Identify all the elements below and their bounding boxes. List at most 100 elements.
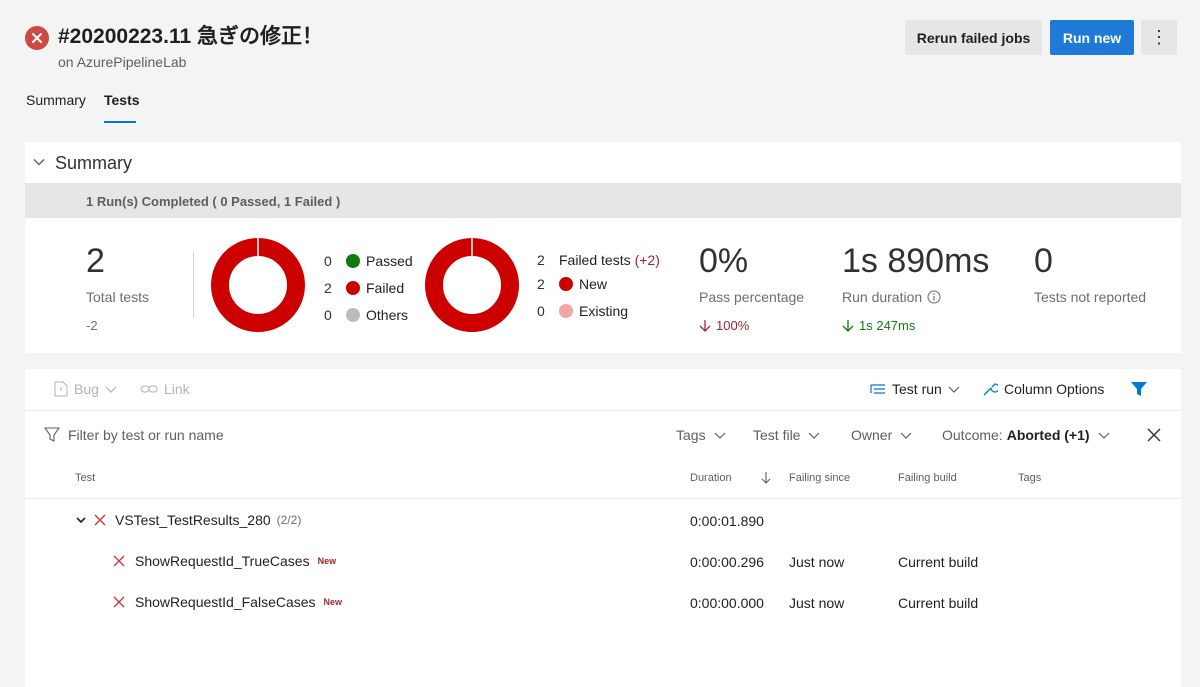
legend-passed: 0 Passed (324, 253, 413, 269)
tab-tests[interactable]: Tests (104, 92, 140, 108)
new-badge: New (317, 556, 337, 566)
legend-new-count: 2 (537, 276, 545, 292)
chevron-down-icon (900, 432, 912, 439)
bug-button-label: Bug (74, 381, 99, 397)
test-group-row[interactable]: VSTest_TestResults_280 (2/2) (76, 512, 301, 528)
chevron-down-icon (33, 155, 45, 173)
total-tests-delta: -2 (86, 318, 98, 333)
rerun-failed-jobs-button[interactable]: Rerun failed jobs (905, 20, 1042, 55)
tab-summary[interactable]: Summary (26, 92, 86, 108)
summary-section-title: Summary (55, 153, 133, 173)
failed-tests-delta: (+2) (634, 252, 660, 268)
test-row[interactable]: ShowRequestId_FalseCases New (113, 594, 342, 610)
test-run-label: Test run (892, 381, 942, 397)
test-failing-build: Current build (898, 554, 979, 570)
test-file-filter-dropdown[interactable]: Test file (753, 427, 820, 443)
clear-filters-button[interactable] (1146, 427, 1162, 448)
summary-collapse-toggle[interactable]: Summary (33, 153, 132, 174)
legend-others: 0 Others (324, 307, 408, 323)
arrow-down-icon (842, 319, 854, 332)
test-name: ShowRequestId_TrueCases (135, 553, 310, 569)
wrench-icon (983, 383, 998, 396)
legend-new: 2 New (537, 276, 607, 292)
legend-passed-dot (346, 254, 360, 268)
test-duration: 0:00:00.000 (690, 595, 764, 611)
run-failed-status-icon (25, 26, 49, 50)
legend-others-count: 0 (324, 307, 332, 323)
test-duration: 0:00:00.296 (690, 554, 764, 570)
test-group-duration: 0:00:01.890 (690, 513, 764, 529)
pass-percentage-delta: 100% (699, 318, 749, 333)
sort-descending-icon[interactable] (761, 471, 771, 490)
owner-filter-dropdown[interactable]: Owner (851, 427, 912, 443)
column-header-tags[interactable]: Tags (1018, 472, 1041, 484)
total-tests-count: 2 (86, 242, 105, 280)
chevron-down-icon[interactable] (76, 515, 86, 525)
test-run-dropdown[interactable]: Test run (870, 381, 960, 397)
legend-existing-label: Existing (579, 303, 629, 319)
filter-search-input[interactable]: Filter by test or run name (68, 427, 224, 443)
legend-existing-dot (559, 304, 573, 318)
link-button[interactable]: Link (140, 381, 190, 397)
column-header-test[interactable]: Test (75, 472, 95, 484)
chevron-down-icon (948, 386, 960, 393)
test-results-card (25, 369, 1181, 687)
donut-failed-ring (211, 238, 305, 332)
test-file-filter-label: Test file (753, 427, 801, 443)
summary-card (25, 142, 1181, 353)
legend-passed-count: 0 (324, 253, 332, 269)
run-new-button[interactable]: Run new (1050, 20, 1134, 55)
donut-new-ring (425, 238, 519, 332)
failed-tests-donut-chart (425, 238, 519, 332)
arrow-down-icon (699, 319, 711, 332)
chevron-down-icon (714, 432, 726, 439)
tests-not-reported-value: 0 (1034, 242, 1053, 280)
run-duration-delta-value: 1s 247ms (859, 318, 916, 333)
more-actions-button[interactable]: ⋮ (1141, 20, 1177, 55)
run-duration-value: 1s 890ms (842, 242, 990, 280)
selected-tab-indicator (104, 121, 136, 123)
column-header-failing-build[interactable]: Failing build (898, 472, 957, 484)
column-header-duration[interactable]: Duration (690, 472, 732, 484)
tags-filter-dropdown[interactable]: Tags (676, 427, 726, 443)
column-options-button[interactable]: Column Options (982, 381, 1104, 397)
test-group-name: VSTest_TestResults_280 (115, 512, 271, 528)
column-options-label: Column Options (1004, 381, 1105, 397)
bug-file-icon (54, 381, 68, 397)
filter-toggle-button[interactable] (1130, 381, 1148, 397)
chevron-down-icon (105, 386, 117, 393)
tests-not-reported-label: Tests not reported (1034, 289, 1147, 305)
bug-button[interactable]: Bug (54, 381, 117, 397)
total-tests-label: Total tests (86, 289, 150, 305)
test-row[interactable]: ShowRequestId_TrueCases New (113, 553, 336, 569)
run-title: #20200223.11 急ぎの修正！ (58, 25, 323, 48)
table-header-divider (25, 498, 1181, 499)
pass-percentage-value: 0% (699, 242, 749, 280)
filter-search[interactable]: Filter by test or run name (44, 427, 224, 443)
legend-failed: 2 Failed (324, 280, 404, 296)
legend-failed-label: Failed (366, 280, 405, 296)
pass-percentage-delta-value: 100% (716, 318, 750, 333)
link-icon (140, 385, 158, 393)
chevron-down-icon (1098, 432, 1109, 439)
legend-others-label: Others (366, 307, 409, 323)
outcome-filter-dropdown[interactable]: Outcome: Aborted (+1) (942, 427, 1110, 443)
failed-tests-count: 2 (537, 252, 545, 268)
run-duration-label-wrap: Run duration (842, 289, 941, 305)
filter-icon (1131, 382, 1147, 396)
outcome-donut-chart (211, 238, 305, 332)
test-name: ShowRequestId_FalseCases (135, 594, 316, 610)
failed-x-icon (113, 596, 125, 608)
test-group-count: (2/2) (276, 513, 302, 527)
info-icon[interactable] (927, 290, 941, 304)
outcome-filter-label: Outcome: (942, 427, 1003, 443)
failed-tests-label: Failed tests (559, 252, 631, 268)
run-duration-delta: 1s 247ms (842, 318, 915, 333)
column-header-failing-since[interactable]: Failing since (789, 472, 850, 484)
legend-existing: 0 Existing (537, 303, 628, 319)
test-failing-build: Current build (898, 595, 979, 611)
failed-x-icon (94, 514, 106, 526)
owner-filter-label: Owner (851, 427, 893, 443)
link-button-label: Link (164, 381, 190, 397)
close-icon (1147, 428, 1161, 442)
